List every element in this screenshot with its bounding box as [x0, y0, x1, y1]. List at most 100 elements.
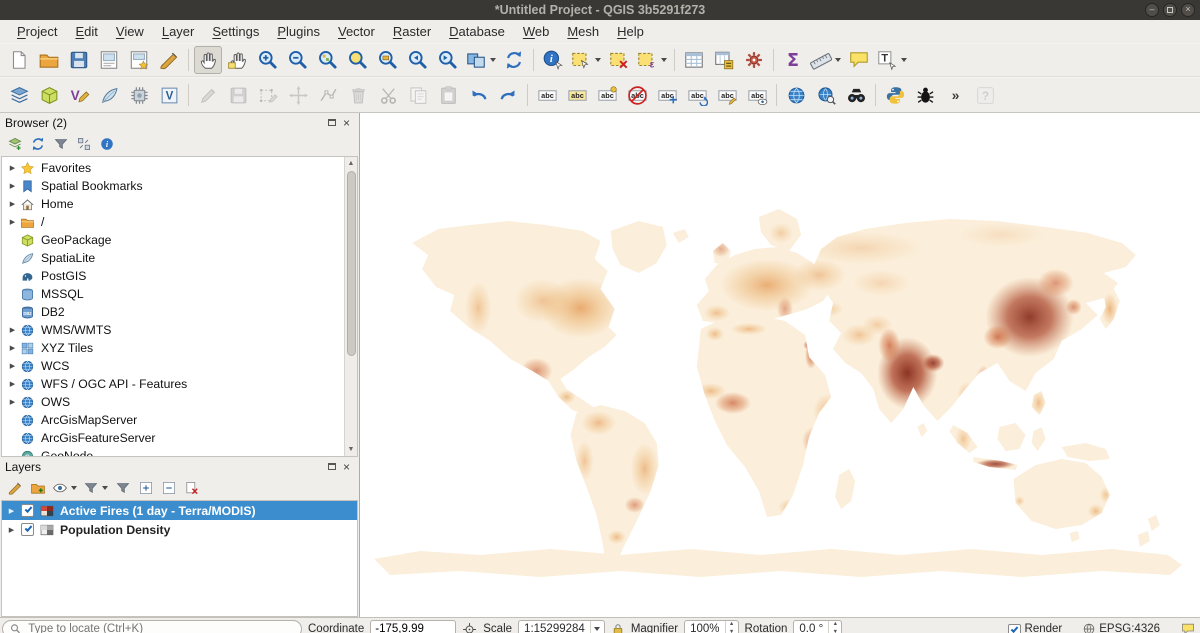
- menu-edit[interactable]: Edit: [66, 22, 106, 41]
- toggle-editing-button[interactable]: [194, 81, 222, 109]
- new-project-button[interactable]: [5, 46, 33, 74]
- highlight-pinned-labels-button[interactable]: abc: [593, 81, 621, 109]
- menu-vector[interactable]: Vector: [329, 22, 384, 41]
- menu-plugins[interactable]: Plugins: [268, 22, 329, 41]
- search-layers-button[interactable]: [842, 81, 870, 109]
- change-label-button[interactable]: abc: [713, 81, 741, 109]
- map-tips-button[interactable]: [845, 46, 873, 74]
- zoom-next-button[interactable]: [434, 46, 462, 74]
- expander-icon[interactable]: ▶: [6, 380, 19, 388]
- rotate-label-button[interactable]: abc: [683, 81, 711, 109]
- remove-layer-button[interactable]: [182, 478, 202, 498]
- crs-button[interactable]: EPSG:4326: [1082, 620, 1160, 633]
- scale-combobox[interactable]: 1:15299284: [518, 620, 605, 633]
- menu-mesh[interactable]: Mesh: [558, 22, 608, 41]
- select-by-expression-button[interactable]: ε: [635, 46, 669, 74]
- add-selected-layers-button[interactable]: [5, 134, 25, 154]
- save-project-button[interactable]: [65, 46, 93, 74]
- layer-labeling-options-button[interactable]: abc: [533, 81, 561, 109]
- expander-icon[interactable]: ▶: [6, 398, 19, 406]
- menu-web[interactable]: Web: [514, 22, 559, 41]
- menu-view[interactable]: View: [107, 22, 153, 41]
- expander-icon[interactable]: ▶: [6, 326, 19, 334]
- locate-input[interactable]: [26, 622, 294, 633]
- browser-item-arcgisfeatureserver[interactable]: ArcGisFeatureServer: [2, 429, 344, 447]
- browser-item-arcgismapserver[interactable]: ArcGisMapServer: [2, 411, 344, 429]
- select-features-dropdown-arrow[interactable]: [593, 47, 602, 73]
- show-properties-widget-button[interactable]: i: [97, 134, 117, 154]
- scale-dropdown-arrow[interactable]: [590, 621, 604, 633]
- python-console-button[interactable]: [881, 81, 909, 109]
- pan-map-button[interactable]: [194, 46, 222, 74]
- move-label-button[interactable]: abc: [653, 81, 681, 109]
- browser-item-xyz-tiles[interactable]: ▶XYZ Tiles: [2, 339, 344, 357]
- zoom-in-button[interactable]: [254, 46, 282, 74]
- magnifier-spin-arrows[interactable]: ▲▼: [725, 621, 738, 633]
- filter-browser-button[interactable]: [51, 134, 71, 154]
- open-layer-styling-button[interactable]: [5, 478, 25, 498]
- expander-icon[interactable]: ▶: [6, 200, 19, 208]
- menu-raster[interactable]: Raster: [384, 22, 440, 41]
- layer-row-population-density[interactable]: ▶Population Density: [2, 520, 357, 539]
- scroll-down-arrow[interactable]: ▼: [345, 443, 357, 456]
- menu-settings[interactable]: Settings: [203, 22, 268, 41]
- new-print-layout-button[interactable]: [95, 46, 123, 74]
- menu-layer[interactable]: Layer: [153, 22, 204, 41]
- browser-item-spatialite[interactable]: SpatiaLite: [2, 249, 344, 267]
- layers-float-button[interactable]: [324, 460, 339, 474]
- pan-to-selection-button[interactable]: [224, 46, 252, 74]
- new-spatialite-layer-button[interactable]: [95, 81, 123, 109]
- layer-visibility-checkbox[interactable]: [21, 504, 34, 517]
- move-feature-button[interactable]: [284, 81, 312, 109]
- show-hide-labels-button[interactable]: abc: [743, 81, 771, 109]
- save-layer-edits-button[interactable]: [224, 81, 252, 109]
- select-by-expression-dropdown-arrow[interactable]: [659, 47, 668, 73]
- vertex-tool-button[interactable]: [314, 81, 342, 109]
- lock-scale-icon[interactable]: [611, 620, 625, 633]
- layer-row-active-fires-1-day-terra-modis[interactable]: ▶Active Fires (1 day - Terra/MODIS): [2, 501, 357, 520]
- rotation-spin-arrows[interactable]: ▲▼: [828, 621, 841, 633]
- browser-item-root[interactable]: ▶/: [2, 213, 344, 231]
- deselect-features-button[interactable]: [605, 46, 633, 74]
- help-contents-button[interactable]: ?: [971, 81, 999, 109]
- magnifier-spinbox[interactable]: 100% ▲▼: [684, 620, 738, 633]
- browser-item-favorites[interactable]: ▶Favorites: [2, 159, 344, 177]
- zoom-to-layer-button[interactable]: [374, 46, 402, 74]
- filter-legend-dropdown-arrow[interactable]: [100, 479, 109, 497]
- refresh-map-button[interactable]: [500, 46, 528, 74]
- undo-button[interactable]: [464, 81, 492, 109]
- open-project-button[interactable]: [35, 46, 63, 74]
- statistical-summary-button[interactable]: Σ: [779, 46, 807, 74]
- layer-diagram-options-button[interactable]: abc: [563, 81, 591, 109]
- open-data-source-manager-button[interactable]: [5, 81, 33, 109]
- window-maximize-button[interactable]: [1163, 3, 1177, 17]
- layers-close-button[interactable]: ×: [339, 460, 354, 474]
- toolbar-overflow-button[interactable]: »: [941, 81, 969, 109]
- render-checkbox[interactable]: [1008, 624, 1021, 633]
- menu-help[interactable]: Help: [608, 22, 653, 41]
- layer-visibility-checkbox[interactable]: [21, 523, 34, 536]
- browser-item-wms-wmts[interactable]: ▶WMS/WMTS: [2, 321, 344, 339]
- new-virtual-layer-button[interactable]: V: [155, 81, 183, 109]
- browser-item-wcs[interactable]: ▶WCS: [2, 357, 344, 375]
- browser-item-home[interactable]: ▶Home: [2, 195, 344, 213]
- first-aid-plugin-button[interactable]: [911, 81, 939, 109]
- collapse-all-layers-button[interactable]: [159, 478, 179, 498]
- identify-features-button[interactable]: i: [539, 46, 567, 74]
- filter-legend-button[interactable]: [82, 478, 110, 498]
- measure-button[interactable]: [809, 46, 843, 74]
- extent-icon[interactable]: [462, 620, 477, 633]
- manage-map-themes-button[interactable]: [51, 478, 79, 498]
- expander-icon[interactable]: ▶: [6, 344, 19, 352]
- refresh-browser-button[interactable]: [28, 134, 48, 154]
- text-annotation-button[interactable]: T: [875, 46, 909, 74]
- show-layout-manager-button[interactable]: [125, 46, 153, 74]
- browser-item-postgis[interactable]: PostGIS: [2, 267, 344, 285]
- new-map-view-button[interactable]: [464, 46, 498, 74]
- filter-by-expression-button[interactable]: [113, 478, 133, 498]
- add-feature-button[interactable]: [254, 81, 282, 109]
- cut-features-button[interactable]: [374, 81, 402, 109]
- select-features-button[interactable]: [569, 46, 603, 74]
- zoom-to-selection-button[interactable]: [344, 46, 372, 74]
- delete-selected-button[interactable]: [344, 81, 372, 109]
